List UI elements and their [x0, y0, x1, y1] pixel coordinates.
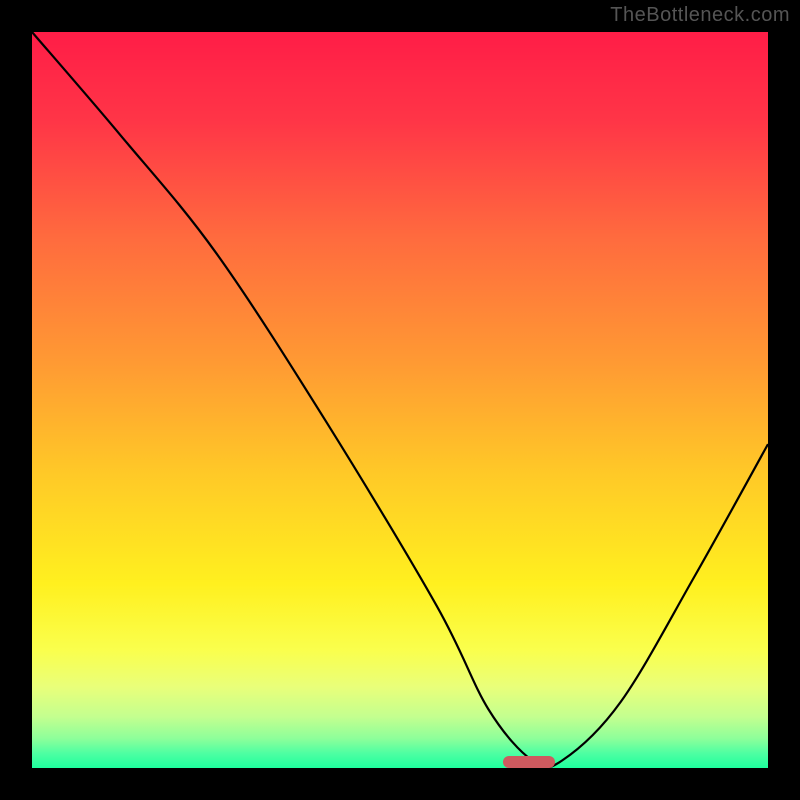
watermark-text: TheBottleneck.com [610, 4, 790, 27]
curve-path [32, 32, 768, 768]
optimal-marker [503, 756, 555, 768]
chart-frame: TheBottleneck.com [0, 0, 800, 800]
plot-area [32, 32, 768, 768]
bottleneck-curve [32, 32, 768, 768]
